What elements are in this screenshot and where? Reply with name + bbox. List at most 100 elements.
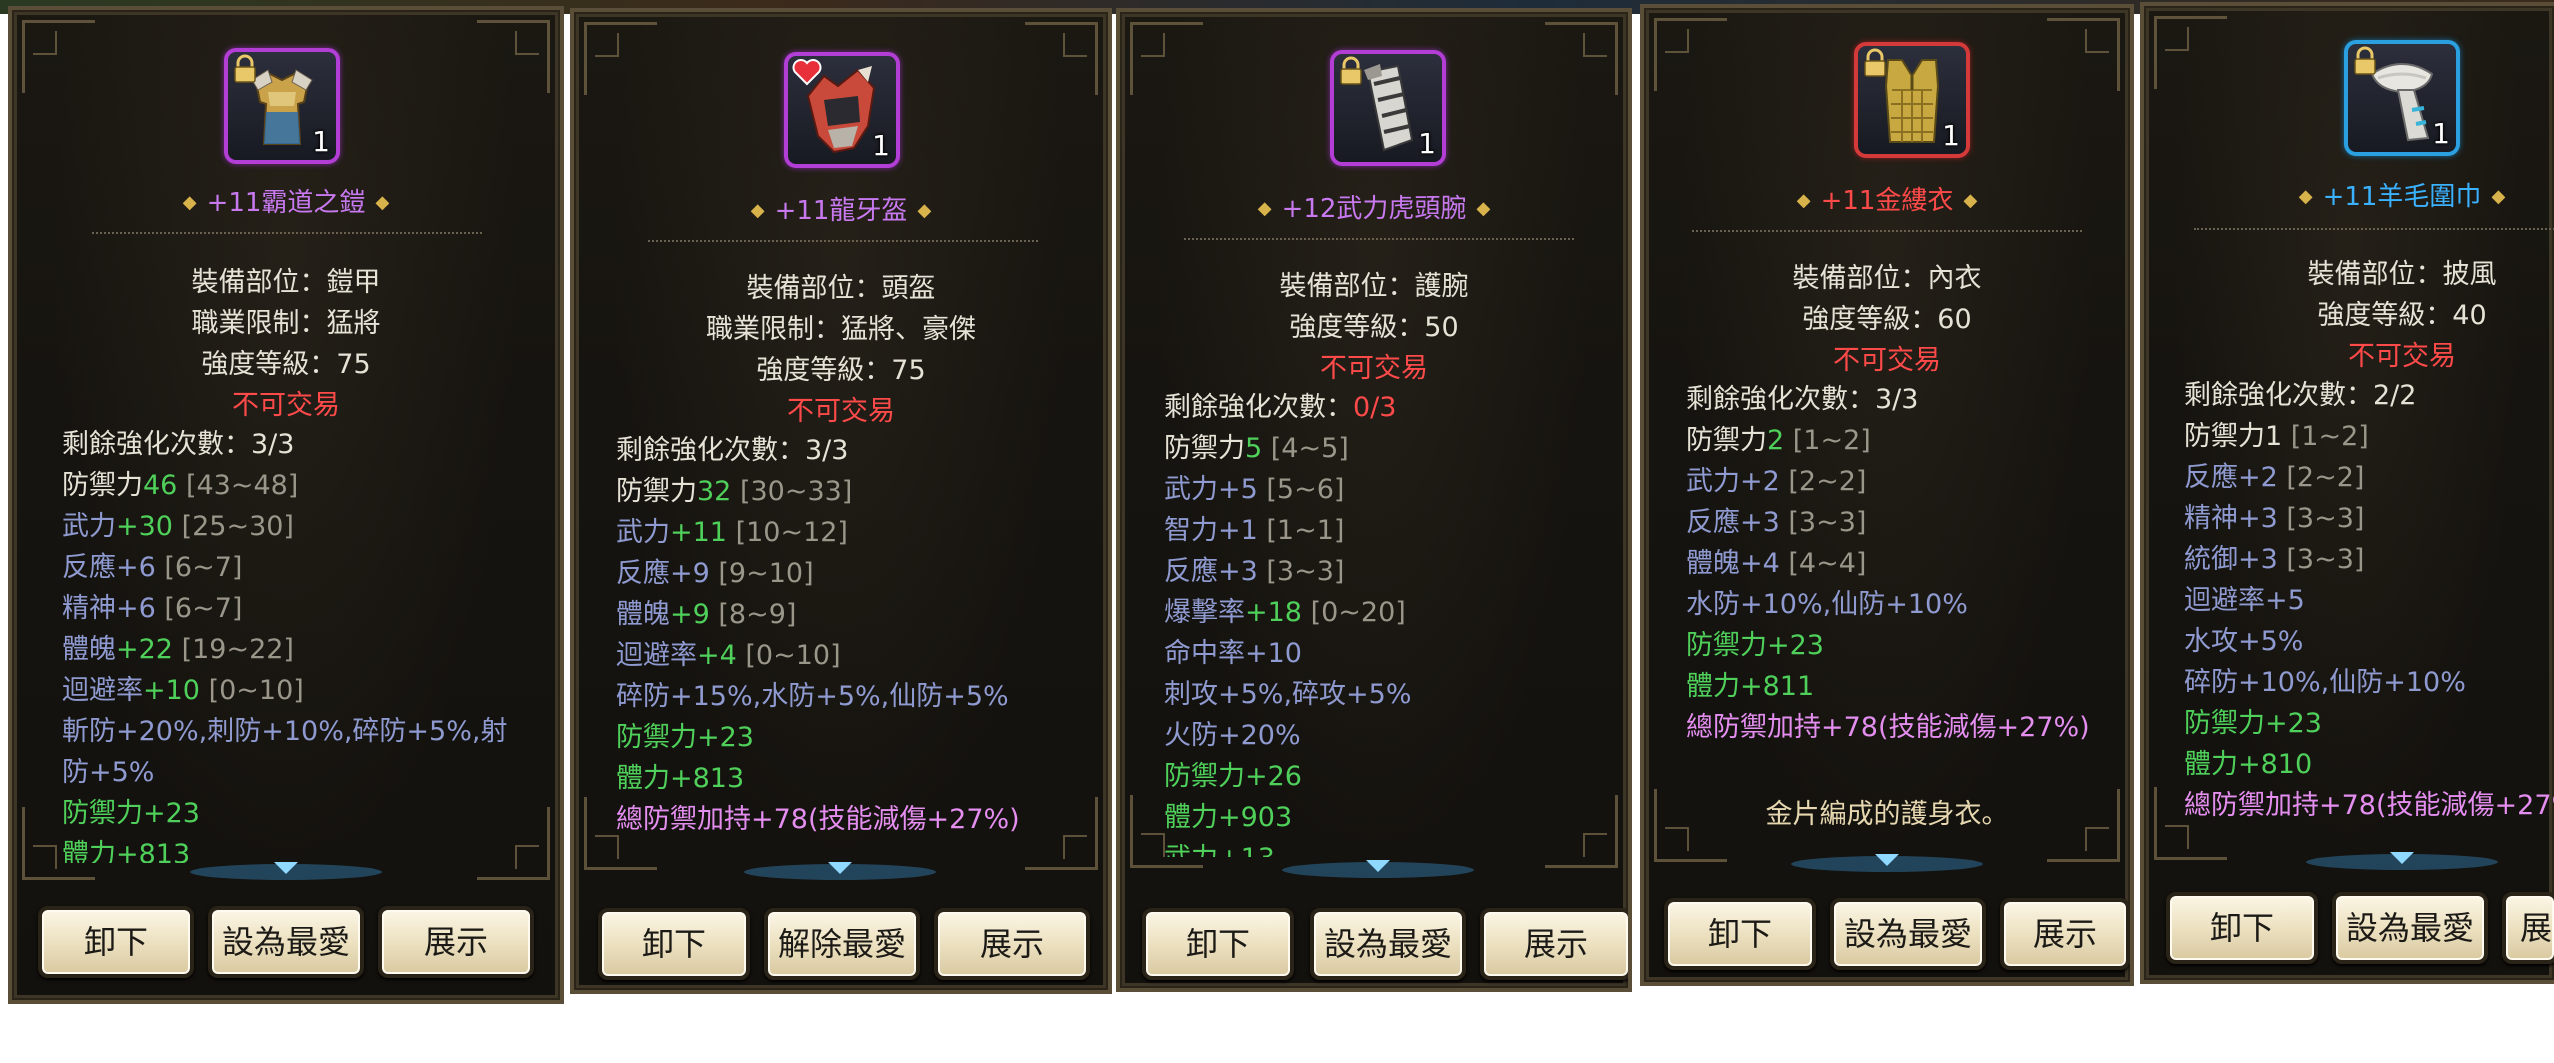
lock-icon	[234, 54, 256, 83]
strength-level-text: 強度等級：40	[2317, 300, 2487, 331]
diamond-icon: ◆	[2491, 186, 2506, 207]
stat-line: 碎防+10%,仙防+10%	[2184, 667, 2466, 698]
scroll-down-indicator[interactable]	[2302, 842, 2502, 872]
stat-line: 精神+6 [6~7]	[62, 593, 243, 624]
stat-line: 迴避率+5	[2184, 585, 2305, 616]
unequip-button[interactable]: 卸下	[1664, 898, 1816, 970]
strength-level-text: 強度等級：75	[201, 349, 371, 380]
stat-line: 反應+9 [9~10]	[616, 558, 814, 589]
stat-line: 防禦力2 [1~2]	[1686, 425, 1871, 456]
show-button[interactable]: 展示	[934, 908, 1090, 980]
scroll-down-indicator[interactable]	[1278, 850, 1478, 880]
stat-list: 剩餘強化次數：0/3 防禦力5 [4~5] 武力+5 [5~6] 智力+1 [1…	[1164, 387, 1604, 857]
stat-line: 總防禦加持+78(技能減傷+27%)	[1686, 712, 2090, 743]
untradable-text: 不可交易	[1320, 353, 1428, 384]
lock-icon	[1340, 56, 1362, 85]
unequip-button[interactable]: 卸下	[2166, 892, 2318, 964]
stat-line: 武力+2 [2~2]	[1686, 466, 1867, 497]
favorite-button[interactable]: 設為最愛	[208, 906, 364, 978]
untradable-text: 不可交易	[2348, 341, 2456, 372]
strength-level-text: 強度等級：60	[1802, 304, 1972, 335]
stat-line: 剩餘強化次數：3/3	[1686, 384, 1919, 415]
stat-line: 精神+3 [3~3]	[2184, 503, 2365, 534]
unequip-button[interactable]: 卸下	[38, 906, 194, 978]
diamond-icon: ◆	[2298, 186, 2313, 207]
diamond-icon: ◆	[1257, 198, 1272, 219]
item-quantity: 1	[312, 125, 330, 158]
stat-line: 防禦力+23	[62, 798, 200, 829]
favorite-button[interactable]: 設為最愛	[1830, 898, 1986, 970]
lock-icon	[1864, 48, 1886, 77]
equip-slot-text: 裝備部位：鎧甲	[191, 267, 381, 298]
show-button[interactable]: 展示	[2000, 898, 2130, 970]
unequip-button[interactable]: 卸下	[1142, 908, 1294, 980]
stat-line: 武力+11 [10~12]	[616, 517, 848, 548]
item-icon-slot[interactable]: 1	[1330, 50, 1446, 166]
stat-line: 武力+30 [25~30]	[62, 511, 294, 542]
divider	[648, 240, 1038, 242]
stat-line: 體力+810	[2184, 749, 2313, 780]
scroll-down-indicator[interactable]	[1787, 844, 1987, 874]
equip-slot-text: 裝備部位：護腕	[1279, 271, 1469, 302]
stat-line: 體力+811	[1686, 671, 1815, 702]
stat-line: 防禦力+26	[1164, 761, 1302, 792]
item-description: 金片編成的護身衣。	[1765, 799, 2009, 830]
diamond-icon: ◆	[750, 200, 765, 221]
item-icon-slot[interactable]: 1	[224, 48, 340, 164]
show-button[interactable]: 展示	[378, 906, 534, 978]
item-name: +11龍牙盔	[774, 196, 908, 226]
class-restriction-text: 職業限制：猛將	[191, 308, 381, 339]
stat-line: 防禦力46 [43~48]	[62, 470, 299, 501]
diamond-icon: ◆	[1796, 190, 1811, 211]
untradable-text: 不可交易	[1833, 345, 1941, 376]
stat-line: 智力+1 [1~1]	[1164, 515, 1345, 546]
favorite-button[interactable]: 設為最愛	[2332, 892, 2488, 964]
stat-line: 體力+903	[1164, 802, 1293, 833]
unfavorite-button[interactable]: 解除最愛	[764, 908, 920, 980]
stat-line: 剩餘強化次數：2/2	[2184, 380, 2417, 411]
stat-line: 總防禦加持+78(技能減傷+27%)	[616, 804, 1020, 835]
item-icon-slot[interactable]: 1	[784, 52, 900, 168]
item-icon-slot[interactable]: 1	[1854, 42, 1970, 158]
stat-line: 迴避率+10 [0~10]	[62, 675, 304, 706]
stat-list: 剩餘強化次數：3/3 防禦力46 [43~48] 武力+30 [25~30] 反…	[62, 424, 522, 863]
item-tooltip-panel-2: 1 ◆ +11龍牙盔 ◆ 裝備部位：頭盔 職業限制：猛將、豪傑 強度等級：75 不可…	[570, 8, 1112, 994]
untradable-text: 不可交易	[232, 390, 340, 421]
stat-line: 統御+3 [3~3]	[2184, 544, 2365, 575]
unequip-button[interactable]: 卸下	[598, 908, 750, 980]
stat-line: 反應+3 [3~3]	[1164, 556, 1345, 587]
stat-line: 體魄+9 [8~9]	[616, 599, 797, 630]
stat-line: 防禦力32 [30~33]	[616, 476, 853, 507]
scroll-down-indicator[interactable]	[740, 852, 940, 882]
stat-line: 刺攻+5%,碎攻+5%	[1164, 679, 1412, 710]
stat-line: 迴避率+4 [0~10]	[616, 640, 841, 671]
favorite-button[interactable]: 設為最愛	[1310, 908, 1466, 980]
divider	[2194, 228, 2554, 230]
divider	[1692, 230, 2082, 232]
stat-line: 剩餘強化次數：3/3	[62, 429, 295, 460]
frame-corner	[1130, 22, 1203, 95]
strength-level-text: 強度等級：50	[1289, 312, 1459, 343]
item-quantity: 1	[1418, 127, 1436, 160]
stat-line: 體魄+4 [4~4]	[1686, 548, 1867, 579]
stat-line: 命中率+10	[1164, 638, 1302, 669]
stat-line: 防禦力+23	[616, 722, 754, 753]
heart-icon	[792, 59, 822, 86]
frame-corner	[22, 20, 95, 93]
scroll-down-indicator[interactable]	[186, 852, 386, 882]
class-restriction-text: 職業限制：猛將、豪傑	[706, 314, 976, 345]
item-tooltip-panel-4: 1 ◆ +11金縷衣 ◆ 裝備部位：內衣 強度等級：60 不可交易 剩餘強化次數：3…	[1640, 4, 2134, 986]
item-name: +12武力虎頭腕	[1281, 194, 1467, 224]
item-tooltip-panel-3: 1 ◆ +12武力虎頭腕 ◆ 裝備部位：護腕 強度等級：50 不可交易 剩餘強化次數…	[1116, 8, 1632, 992]
show-button[interactable]: 展	[2502, 892, 2554, 964]
stat-list: 剩餘強化次數：3/3 防禦力32 [30~33] 武力+11 [10~12] 反…	[616, 430, 1086, 854]
item-title: ◆ +11龍牙盔 ◆	[574, 190, 1108, 227]
frame-corner	[1545, 22, 1618, 95]
frame-corner	[477, 20, 550, 93]
stat-list: 剩餘強化次數：2/2 防禦力1 [1~2] 反應+2 [2~2] 精神+3 [3…	[2184, 375, 2554, 835]
item-icon-slot[interactable]: 1	[2344, 40, 2460, 156]
item-title: ◆ +11金縷衣 ◆	[1644, 180, 2130, 217]
stat-line: 斬防+20%,刺防+10%,碎防+5%,射防+5%	[62, 716, 508, 788]
show-button[interactable]: 展示	[1480, 908, 1628, 980]
equip-slot-text: 裝備部位：頭盔	[746, 273, 936, 304]
